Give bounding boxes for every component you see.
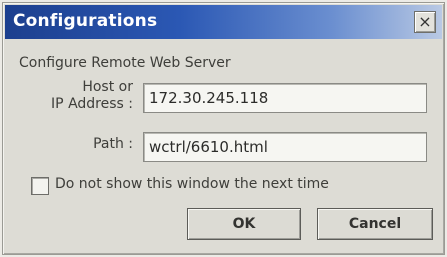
configurations-dialog: Configurations × Configure Remote Web Se… xyxy=(2,2,445,255)
cancel-button[interactable]: Cancel xyxy=(317,208,433,240)
do-not-show-checkbox[interactable] xyxy=(31,177,49,195)
host-input[interactable]: 172.30.245.118 xyxy=(143,83,427,113)
host-label-line2: IP Address : xyxy=(51,96,133,112)
close-icon: × xyxy=(418,12,432,31)
do-not-show-label[interactable]: Do not show this window the next time xyxy=(55,176,329,192)
path-label: Path : xyxy=(93,136,133,152)
title-bar[interactable]: Configurations × xyxy=(5,5,442,39)
ok-button[interactable]: OK xyxy=(187,208,301,240)
section-heading: Configure Remote Web Server xyxy=(19,55,231,71)
close-button[interactable]: × xyxy=(414,11,436,33)
host-label-line1: Host or xyxy=(82,79,133,95)
path-input[interactable]: wctrl/6610.html xyxy=(143,132,427,162)
window-title: Configurations xyxy=(13,11,158,31)
host-label: Host or IP Address : xyxy=(23,79,133,113)
